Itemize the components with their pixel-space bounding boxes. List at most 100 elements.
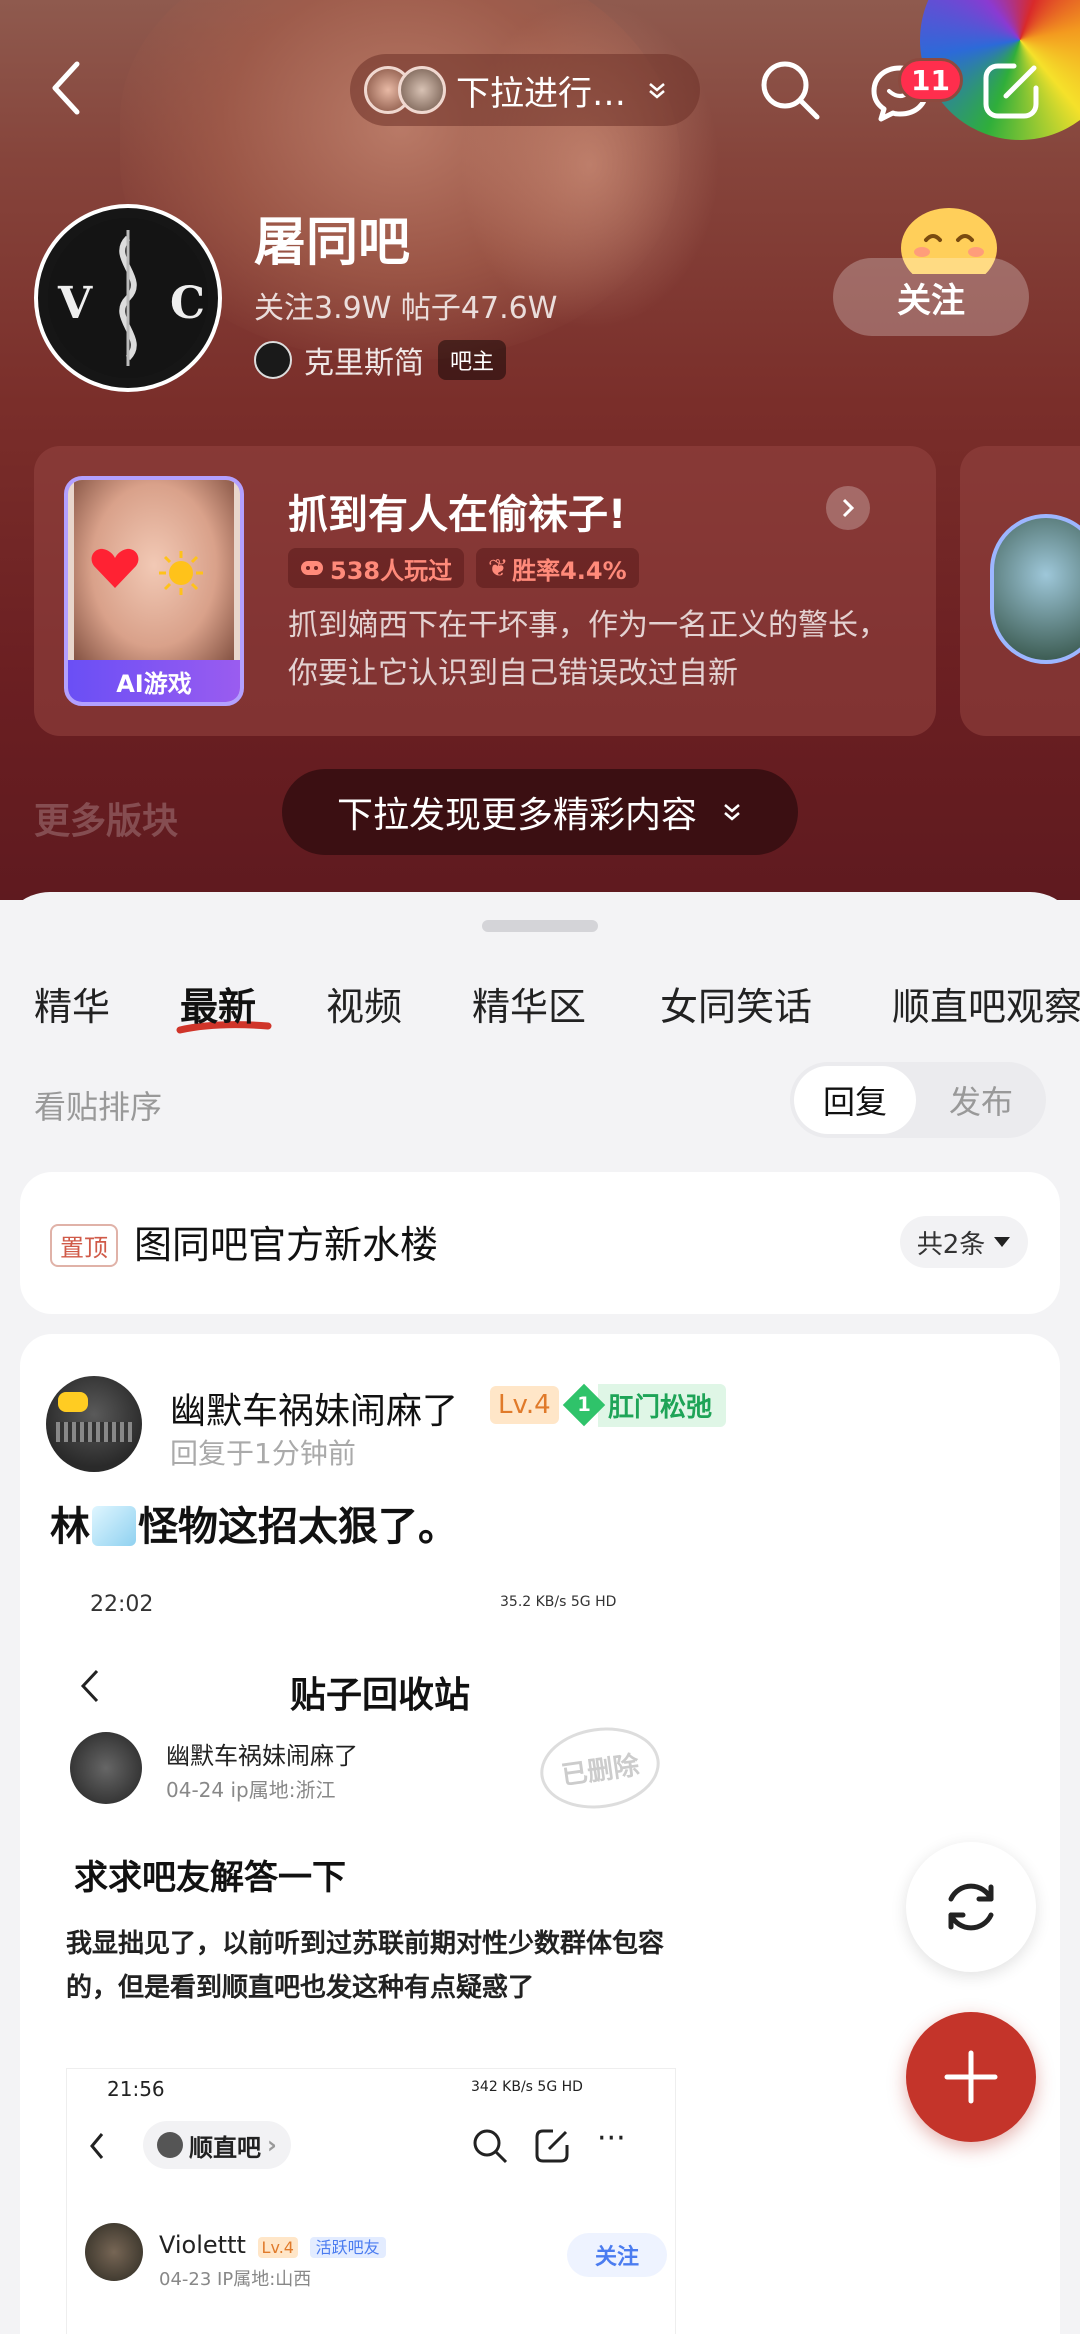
tab-observation[interactable]: 顺直吧观察 [892,976,1080,1031]
sort-by-publish[interactable]: 发布 [920,1066,1042,1134]
forum-logo-emblem: V C [48,218,208,378]
pull-down-label: 下拉进行… [456,73,626,114]
sun-icon [159,551,203,595]
nested-back-icon [90,2133,104,2159]
owner-name: 克里斯简 [304,346,424,381]
member-title-badge: 1 肛门松弛 [562,1383,727,1427]
game-open-button[interactable] [826,486,870,530]
chevron-down-icon [649,83,665,99]
sheet-drag-handle[interactable] [482,920,598,932]
post-title: 林怪物这招太狠了。 [50,1504,458,1550]
pull-down-selector[interactable]: 下拉进行… [350,54,700,126]
gamepad-icon [301,561,323,575]
refresh-button[interactable] [906,1842,1036,1972]
nested-edit-icon [535,2129,569,2163]
laurel-icon: ❦ [488,554,509,582]
search-icon [761,61,820,120]
chevron-right-icon [842,498,855,518]
forum-header-background: 下拉进行… 11 V C 屠同吧 关注3.9W 帖子47.6W 克里斯简 吧主 … [0,0,1080,900]
deleted-stamp: 已删除 [535,1720,665,1816]
more-sections-label: 更多版块 [34,801,179,842]
screenshot-status-icons: 35.2 KB/s 5G HD [500,1594,617,1610]
screenshot-page-title: 贴子回收站 [290,1675,471,1716]
forum-owner[interactable]: 克里斯简 吧主 [254,338,507,382]
tab-essence-area[interactable]: 精华区 [472,976,586,1031]
owner-avatar [254,341,292,379]
back-arrow-icon [52,61,80,115]
nested-search-icon [473,2129,508,2164]
avatar-decoration [58,1392,88,1412]
follow-forum-button[interactable]: 关注 [833,258,1029,336]
svg-text:C: C [170,278,205,329]
post-time: 回复于1分钟前 [170,1437,356,1470]
pinned-tag: 置顶 [50,1224,118,1267]
sort-toggle: 回复 发布 [790,1062,1046,1138]
tab-essence[interactable]: 精华 [34,976,110,1031]
top-bar: 下拉进行… 11 [0,0,1080,180]
message-count-badge: 11 [898,58,963,102]
compose-button[interactable] [974,54,1048,128]
back-button[interactable] [44,58,88,118]
post-image-screenshot[interactable]: 22:02 35.2 KB/s 5G HD 贴子回收站 幽默车祸妹闹麻了 04-… [50,1558,710,2334]
screenshot-body: 我显拙见了，以前听到过苏联前期对性少数群体包容的，但是看到顺直吧也发这种有点疑惑… [66,1929,665,2003]
pinned-post[interactable]: 置顶 图同吧官方新水楼 共2条 [20,1172,1060,1314]
ice-cube-emoji-icon [92,1506,136,1546]
discover-more-label: 下拉发现更多精彩内容 [336,795,697,836]
ai-game-tag: AI游戏 [68,660,240,702]
sort-by-reply[interactable]: 回复 [794,1066,916,1134]
post-author-name[interactable]: 幽默车祸妹闹麻了 [170,1382,458,1434]
refresh-icon [948,1883,994,1931]
ai-game-card[interactable]: AI游戏 抓到有人在偷袜子! 538人玩过 ❦ 胜率4.4% 抓到嫡西下在干坏事… [34,446,936,736]
tab-jokes[interactable]: 女同笑话 [660,976,812,1031]
forum-stats: 关注3.9W 帖子47.6W [254,291,558,326]
edit-icon [983,63,1039,119]
screenshot-meta: 04-24 ip属地:浙江 [166,1778,336,1802]
game-description: 抓到嫡西下在干坏事，作为一名正义的警长，你要让它认识到自己错误改过自新 [288,608,888,691]
member-title: 肛门松弛 [598,1383,727,1427]
screenshot-back-icon [80,1669,99,1703]
forum-logo: V C [34,204,222,392]
heart-icon [91,548,139,588]
nested-user-avatar [85,2223,143,2281]
nested-screenshot: 21:56 342 KB/s 5G HD 顺直吧 › ··· Violettt … [66,2068,676,2334]
screenshot-avatar [70,1732,142,1804]
avatar [398,66,446,114]
nested-username: Violettt Lv.4 活跃吧友 [159,2231,386,2259]
post-author-avatar[interactable] [46,1376,142,1472]
plus-icon [944,2050,998,2104]
nested-meta: 04-23 IP属地:山西 [159,2269,312,2290]
pinned-count-button[interactable]: 共2条 [900,1216,1028,1268]
double-chevron-down-icon [724,804,740,821]
tab-video[interactable]: 视频 [326,976,402,1031]
nested-status-time: 21:56 [107,2077,165,2101]
forum-name: 屠同吧 [254,213,411,273]
chevron-right-icon: › [267,2131,277,2159]
screenshot-heading: 求求吧友解答一下 [74,1858,346,1898]
win-rate: 胜率4.4% [512,556,627,585]
game-thumbnail: AI游戏 [64,476,244,706]
tab-bar: 精华 最新 视频 精华区 女同笑话 顺直吧观察 [0,976,1080,1046]
post-card[interactable]: 幽默车祸妹闹麻了 Lv.4 1 肛门松弛 回复于1分钟前 林怪物这招太狠了。 2… [20,1334,1060,2334]
screenshot-username: 幽默车祸妹闹麻了 [166,1742,358,1770]
level-badge: Lv.4 [490,1386,559,1424]
pinned-title: 图同吧官方新水楼 [134,1223,439,1267]
search-button[interactable] [752,52,828,128]
screenshot-status-time: 22:02 [90,1592,154,1617]
game-title: 抓到有人在偷袜子! [288,492,627,538]
svg-text:V: V [57,278,93,329]
ai-game-card-next[interactable] [960,446,1080,736]
avatar-group [364,60,454,120]
discover-more-button[interactable]: 下拉发现更多精彩内容 [282,769,798,855]
owner-role-tag: 吧主 [438,340,507,380]
players-chip: 538人玩过 [288,548,465,588]
sort-label: 看贴排序 [34,1088,163,1126]
nested-forum-avatar [157,2132,183,2158]
game-thumbnail [990,514,1080,664]
nested-more-icon: ··· [597,2121,626,2156]
new-post-button[interactable] [906,2012,1036,2142]
players-count: 538人玩过 [330,556,453,585]
tab-latest[interactable]: 最新 [176,976,272,1034]
pinned-count: 共2条 [916,1229,986,1260]
caret-down-icon [994,1237,1011,1247]
tab-latest-label: 最新 [180,985,257,1029]
